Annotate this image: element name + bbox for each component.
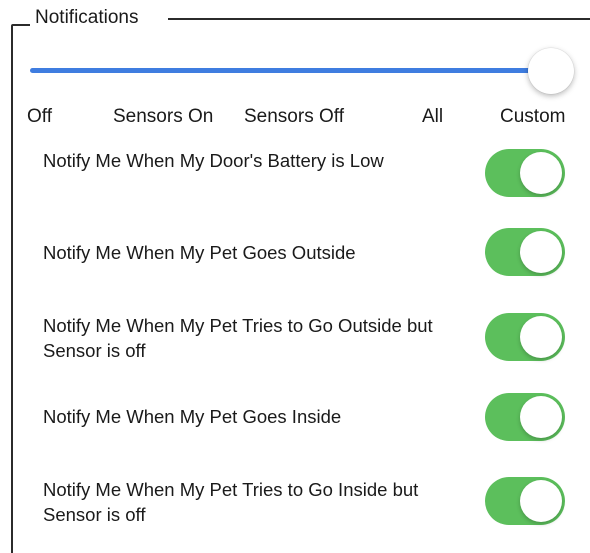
toggle-knob bbox=[520, 316, 562, 358]
slider-label-all: All bbox=[422, 106, 444, 127]
toggle-knob bbox=[520, 396, 562, 438]
pet-goes-outside-toggle[interactable] bbox=[485, 228, 565, 276]
slider-label-sensors-on: Sensors On bbox=[113, 106, 214, 127]
slider-label-custom: Custom bbox=[500, 106, 566, 127]
fieldset-border-top-left bbox=[11, 24, 30, 26]
section-title: Notifications bbox=[35, 7, 139, 28]
slider-label-off: Off bbox=[27, 106, 52, 127]
notification-label: Notify Me When My Door's Battery is Low bbox=[43, 150, 384, 171]
notification-label: Notify Me When My Pet Goes Inside bbox=[43, 406, 342, 427]
slider-thumb[interactable] bbox=[528, 48, 574, 94]
pet-tries-outside-toggle[interactable] bbox=[485, 313, 565, 361]
toggle-knob bbox=[520, 152, 562, 194]
fieldset-border-top-right bbox=[168, 18, 590, 20]
slider-track[interactable] bbox=[30, 68, 550, 73]
slider-label-sensors-off: Sensors Off bbox=[244, 106, 344, 127]
pet-goes-inside-toggle[interactable] bbox=[485, 393, 565, 441]
pet-tries-inside-toggle[interactable] bbox=[485, 477, 565, 525]
fieldset-border-left bbox=[11, 26, 13, 553]
notification-label: Notify Me When My Pet Tries to Go Inside… bbox=[43, 479, 419, 525]
notification-label: Notify Me When My Pet Tries to Go Outsid… bbox=[43, 315, 433, 361]
notification-label: Notify Me When My Pet Goes Outside bbox=[43, 242, 356, 263]
toggle-knob bbox=[520, 480, 562, 522]
toggle-knob bbox=[520, 231, 562, 273]
battery-low-toggle[interactable] bbox=[485, 149, 565, 197]
